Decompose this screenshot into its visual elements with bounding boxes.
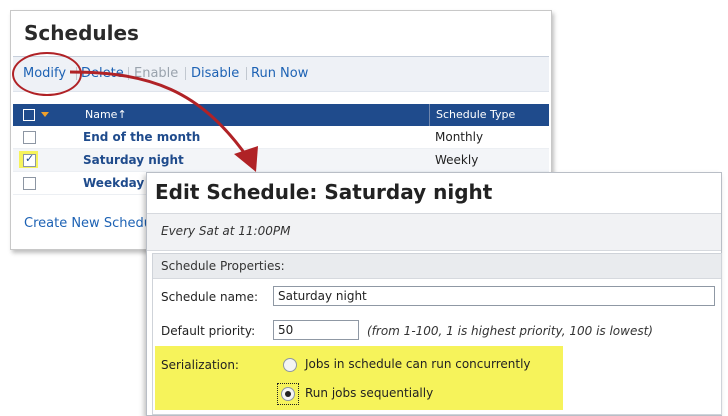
serialization-label: Serialization: bbox=[161, 358, 239, 372]
run-sequentially-radio[interactable] bbox=[281, 387, 295, 401]
schedule-summary-band: Every Sat at 11:00PM bbox=[147, 213, 721, 251]
run-concurrently-radio[interactable] bbox=[283, 358, 297, 372]
callout-arrow-head bbox=[234, 146, 258, 172]
callout-arrow-line bbox=[69, 70, 250, 159]
run-sequentially-label[interactable]: Run jobs sequentially bbox=[305, 386, 433, 400]
default-priority-input[interactable] bbox=[273, 320, 359, 340]
schedule-name-input[interactable] bbox=[273, 286, 715, 306]
default-priority-label: Default priority: bbox=[161, 324, 256, 338]
schedule-summary: Every Sat at 11:00PM bbox=[161, 224, 291, 238]
serialization-highlight bbox=[155, 346, 563, 410]
priority-hint: (from 1-100, 1 is highest priority, 100 … bbox=[367, 324, 653, 338]
schedule-properties-title: Schedule Properties: bbox=[153, 254, 721, 279]
schedule-properties-section: Schedule Properties: Schedule name: Defa… bbox=[152, 253, 722, 415]
run-concurrently-label[interactable]: Jobs in schedule can run concurrently bbox=[305, 357, 531, 371]
edit-schedule-title: Edit Schedule: Saturday night bbox=[155, 180, 493, 204]
schedule-name-label: Schedule name: bbox=[161, 290, 259, 304]
edit-schedule-dialog: Edit Schedule: Saturday night Every Sat … bbox=[146, 172, 722, 416]
